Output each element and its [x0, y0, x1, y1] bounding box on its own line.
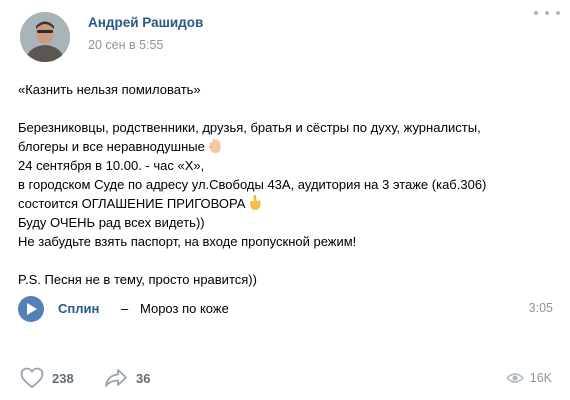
more-options-button[interactable]	[534, 6, 560, 20]
avatar[interactable]	[20, 12, 70, 62]
eye-icon	[505, 373, 524, 383]
wall-post: Андрей Рашидов 20 сен в 5:55 «Казнить не…	[0, 0, 570, 400]
play-button[interactable]	[18, 296, 44, 322]
post-line-9: P.S. Песня не в тему, просто нравится))	[18, 272, 257, 287]
post-line-2: Березниковцы, родственники, друзья, брат…	[18, 120, 481, 135]
track-separator: –	[121, 301, 129, 316]
post-line-gap	[18, 99, 553, 118]
more-dots-icon	[534, 11, 538, 15]
track-duration: 3:05	[528, 301, 553, 315]
share-arrow-icon	[105, 369, 127, 387]
views-counter: 16K	[505, 366, 552, 390]
post-text: «Казнить нельзя помиловать» Березниковцы…	[18, 80, 553, 289]
post-line-3: блогеры и все неравнодушные	[18, 137, 553, 156]
track-artist[interactable]: Сплин	[58, 301, 99, 316]
pointing-down-emoji	[248, 194, 262, 216]
like-count: 238	[52, 370, 74, 386]
post-line-6: состоится ОГЛАШЕНИЕ ПРИГОВОРА	[18, 194, 553, 213]
play-icon	[27, 303, 37, 315]
post-line-3-text: блогеры и все неравнодушные	[18, 139, 205, 154]
post-line-1: «Казнить нельзя помиловать»	[18, 82, 201, 97]
author-name[interactable]: Андрей Рашидов	[88, 15, 203, 30]
audio-attachment[interactable]: Сплин – Мороз по коже 3:05	[18, 296, 553, 322]
raised-hand-emoji	[208, 138, 223, 159]
share-button[interactable]: 36	[104, 366, 150, 390]
heart-icon	[20, 367, 44, 388]
views-count: 16K	[529, 371, 552, 385]
post-line-5: в городском Суде по адресу ул.Свободы 43…	[18, 177, 487, 192]
post-line-4: 24 сентября в 10.00. - час «Х»,	[18, 158, 205, 173]
post-line-8: Не забудьте взять паспорт, на входе проп…	[18, 234, 357, 249]
post-line-7: Буду ОЧЕНЬ рад всех видеть))	[18, 215, 205, 230]
avatar-photo	[20, 12, 70, 62]
like-button[interactable]: 238	[20, 366, 74, 390]
track-title: Мороз по коже	[140, 301, 229, 316]
post-date[interactable]: 20 сен в 5:55	[88, 38, 163, 52]
post-line-6-text: состоится ОГЛАШЕНИЕ ПРИГОВОРА	[18, 196, 246, 211]
divider	[18, 350, 553, 351]
share-count: 36	[136, 370, 151, 386]
post-line-gap	[18, 251, 553, 270]
